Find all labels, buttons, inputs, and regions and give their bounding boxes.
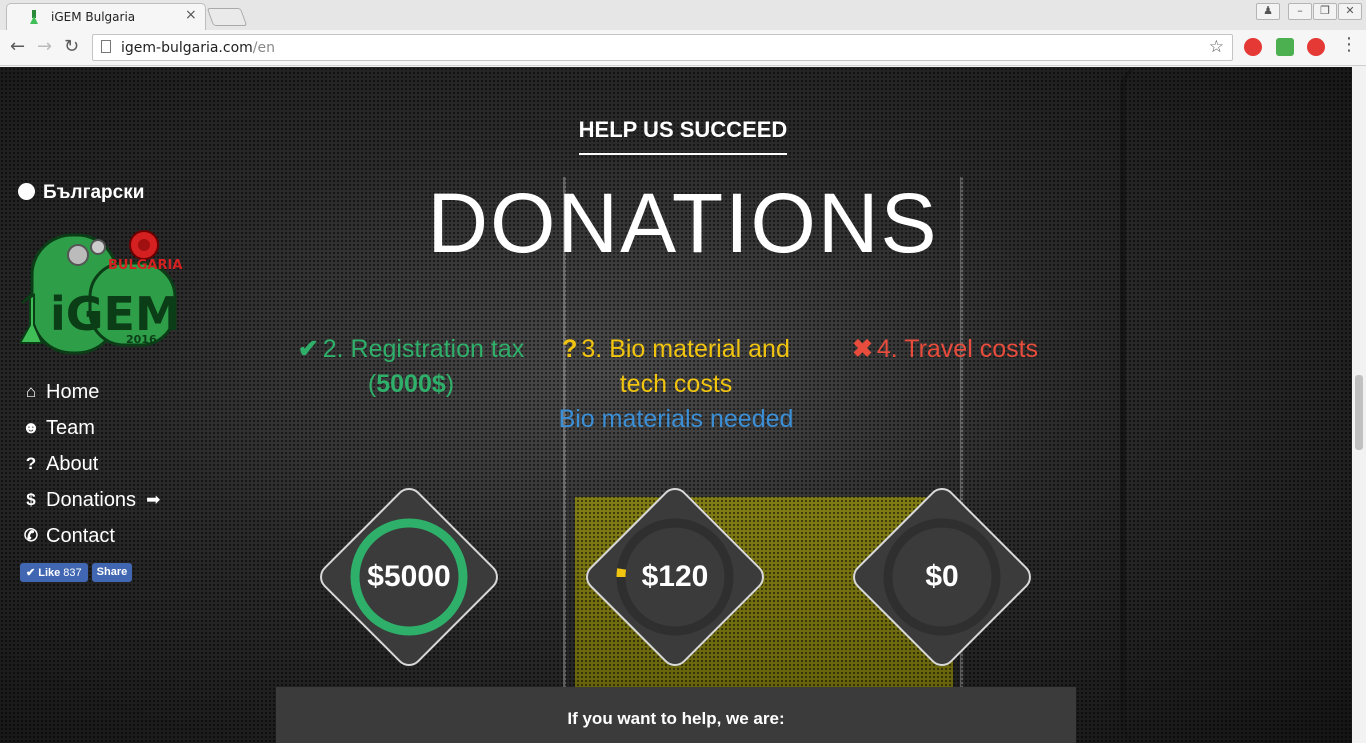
phone-icon: ✆ (23, 526, 39, 545)
goal-detail-open: ( (367, 370, 377, 398)
progress-amount: $0 (925, 560, 959, 593)
goal-title: 3. Bio material and tech costs (581, 335, 790, 398)
browser-tab[interactable]: iGEM Bulgaria × (6, 3, 206, 30)
progress-diamond-travel: $0 (847, 482, 1037, 672)
goal-subtitle-link[interactable]: Bio materials needed (545, 402, 807, 437)
home-icon: ⌂ (25, 382, 37, 401)
chrome-menu-icon[interactable]: ⋮ (1340, 34, 1358, 55)
facebook-share-button[interactable]: Share (91, 563, 133, 582)
sidebar-item-label: About (46, 452, 99, 475)
sidebar-item-donations[interactable]: $ Donations ➡ (16, 482, 216, 518)
minimize-window-button[interactable]: – (1288, 3, 1312, 20)
sidebar-item-team[interactable]: ☻ Team (16, 410, 216, 446)
svg-text:2016: 2016 (126, 333, 157, 346)
scrollbar-thumb[interactable] (1355, 375, 1363, 450)
goal-detail-close: ) (445, 370, 455, 398)
bookmark-star-icon[interactable]: ☆ (1209, 37, 1224, 57)
question-icon: ? (25, 454, 37, 473)
help-panel: If you want to help, we are: (276, 687, 1076, 743)
back-icon[interactable]: ← (10, 36, 25, 57)
svg-text:iGEM: iGEM (50, 287, 181, 341)
reload-icon[interactable]: ↻ (64, 36, 79, 57)
users-icon: ☻ (22, 418, 40, 437)
sidebar-item-label: Home (46, 380, 100, 403)
adblock-extension-icon[interactable] (1307, 38, 1325, 56)
goal-bio-material: ? 3. Bio material and tech costs Bio mate… (545, 332, 807, 437)
goal-title: 2. Registration tax (322, 335, 525, 363)
restore-window-button[interactable]: ❐ (1313, 3, 1337, 20)
goal-travel-costs: ✖ 4. Travel costs (840, 332, 1050, 367)
progress-amount: $5000 (367, 560, 451, 593)
sidebar-item-label: Contact (46, 524, 115, 547)
sidebar-item-contact[interactable]: ✆ Contact (16, 518, 216, 554)
goal-registration-tax: ✔ 2. Registration tax (5000$) (280, 332, 542, 402)
tab-title: iGEM Bulgaria (51, 10, 136, 24)
sidebar-item-label: Team (46, 416, 95, 439)
sidebar-item-label: Donations (46, 488, 137, 511)
page-info-icon[interactable] (101, 40, 111, 53)
times-icon: ✖ (851, 335, 873, 363)
new-tab-button[interactable] (206, 8, 248, 26)
facebook-like-button[interactable]: ✔ Like 837 (20, 563, 88, 582)
address-bar[interactable]: igem-bulgaria.com/en ☆ (92, 34, 1233, 61)
help-heading: If you want to help, we are: (567, 709, 785, 728)
progress-amount: $120 (641, 560, 709, 593)
goal-amount: 5000$ (376, 370, 446, 398)
page-hero: Български iGEM BULGARIA 2016 ⌂ Home ☻ Te… (0, 67, 1366, 743)
url-text[interactable]: igem-bulgaria.com/en (121, 40, 275, 56)
facebook-widget: ✔ Like 837 Share (20, 563, 133, 582)
page-scrollbar[interactable] (1352, 67, 1366, 743)
arrow-right-icon: ➡ (146, 490, 161, 509)
forward-icon[interactable]: → (37, 36, 52, 57)
progress-diamond-registration: $5000 (314, 482, 504, 672)
dollar-icon: $ (26, 490, 36, 509)
profile-icon[interactable]: ♟ (1256, 3, 1280, 20)
page-title: DONATIONS (427, 176, 939, 270)
sidebar-item-home[interactable]: ⌂ Home (16, 374, 216, 410)
opera-extension-icon[interactable] (1244, 38, 1262, 56)
progress-diamond-bio: $120 (580, 482, 770, 672)
section-eyebrow: HELP US SUCCEED (0, 117, 1366, 155)
goal-title: 4. Travel costs (876, 335, 1039, 363)
close-tab-icon[interactable]: × (185, 7, 197, 23)
igem-favicon-icon (30, 10, 38, 24)
dropper-extension-icon[interactable] (1276, 38, 1294, 56)
browser-toolbar: ← → ↻ igem-bulgaria.com/en ☆ ⋮ (0, 30, 1366, 66)
sidebar-item-about[interactable]: ? About (16, 446, 216, 482)
question-icon: ? (562, 335, 578, 363)
browser-tab-bar: iGEM Bulgaria × ♟ – ❐ ✕ (0, 0, 1366, 30)
close-window-button[interactable]: ✕ (1338, 3, 1362, 20)
check-icon: ✔ (297, 335, 319, 363)
sidebar-menu: ⌂ Home ☻ Team ? About $ Donations ➡ ✆ Co… (16, 374, 216, 554)
